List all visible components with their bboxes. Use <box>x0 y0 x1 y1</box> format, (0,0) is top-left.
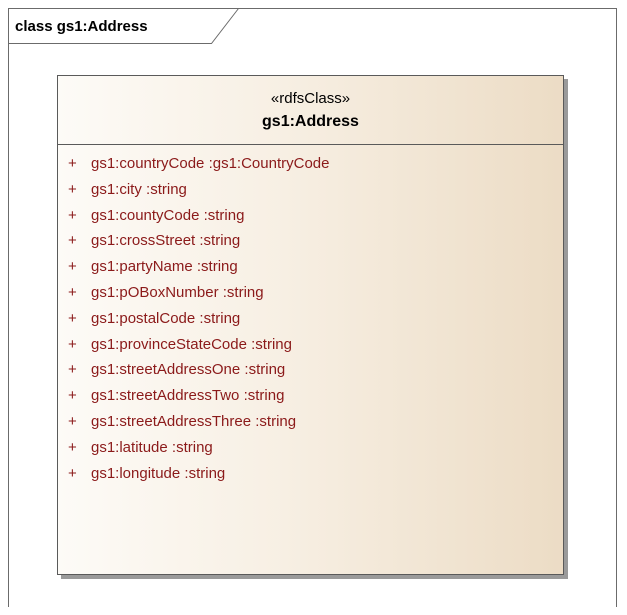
attribute-signature: gs1:streetAddressOne :string <box>91 361 285 378</box>
attribute-signature: gs1:provinceStateCode :string <box>91 336 292 353</box>
visibility-marker: + <box>68 335 77 353</box>
attribute-row[interactable]: + gs1:countyCode :string <box>58 207 563 233</box>
visibility-marker: + <box>68 206 77 224</box>
attribute-type: :string <box>196 258 238 276</box>
visibility-marker: + <box>68 155 77 172</box>
attribute-row[interactable]: + gs1:partyName :string <box>58 258 563 284</box>
attribute-row[interactable]: + gs1:streetAddressThree :string <box>58 413 563 439</box>
attribute-row[interactable]: + gs1:city :string <box>58 181 563 207</box>
attribute-name: gs1:longitude <box>91 464 181 482</box>
attribute-signature: gs1:postalCode :string <box>91 310 240 327</box>
attribute-type: :string <box>184 464 226 482</box>
attribute-name: gs1:city <box>91 180 142 198</box>
attribute-row[interactable]: + gs1:crossStreet :string <box>58 232 563 258</box>
attribute-row[interactable]: + gs1:provinceStateCode :string <box>58 336 563 362</box>
attribute-name: gs1:streetAddressThree <box>91 412 252 430</box>
attribute-signature: gs1:streetAddressTwo :string <box>91 387 284 404</box>
visibility-marker: + <box>68 387 77 405</box>
attribute-name: gs1:countryCode <box>91 155 205 172</box>
attribute-row[interactable]: + gs1:postalCode :string <box>58 310 563 336</box>
attribute-signature: gs1:pOBoxNumber :string <box>91 284 264 301</box>
attribute-signature: gs1:crossStreet :string <box>91 232 240 249</box>
attribute-signature: gs1:streetAddressThree :string <box>91 413 296 430</box>
attribute-type: :string <box>199 309 241 327</box>
attribute-type: :string <box>199 232 241 250</box>
class-stereotype: «rdfsClass» <box>270 90 351 107</box>
attribute-name: gs1:crossStreet <box>91 232 196 250</box>
class-header: «rdfsClass» gs1:Address <box>58 76 563 145</box>
attribute-name: gs1:latitude <box>91 438 168 456</box>
attribute-name: gs1:countyCode <box>91 206 200 224</box>
attribute-name: gs1:partyName <box>91 258 193 276</box>
attribute-type: :string <box>222 283 264 301</box>
attribute-name: gs1:streetAddressTwo <box>91 387 240 405</box>
attribute-signature: gs1:latitude :string <box>91 439 213 456</box>
attribute-signature: gs1:partyName :string <box>91 258 238 275</box>
attribute-type: :gs1:CountryCode <box>208 155 330 172</box>
visibility-marker: + <box>68 438 77 456</box>
attribute-type: :string <box>251 335 292 353</box>
attribute-type: :string <box>255 412 297 430</box>
attribute-row[interactable]: + gs1:longitude :string <box>58 465 563 491</box>
attribute-row[interactable]: + gs1:streetAddressOne :string <box>58 361 563 387</box>
attribute-signature: gs1:city :string <box>91 181 187 198</box>
frame-tab: class gs1:Address <box>8 8 240 44</box>
attribute-row[interactable]: + gs1:streetAddressTwo :string <box>58 387 563 413</box>
visibility-marker: + <box>68 309 77 327</box>
attribute-type: :string <box>243 387 285 405</box>
attribute-row[interactable]: + gs1:pOBoxNumber :string <box>58 284 563 310</box>
attribute-name: gs1:streetAddressOne <box>91 361 241 379</box>
visibility-marker: + <box>68 258 77 276</box>
attribute-name: gs1:provinceStateCode <box>91 335 247 353</box>
visibility-marker: + <box>68 361 77 379</box>
class-element[interactable]: «rdfsClass» gs1:Address + gs1:countryCode… <box>57 75 564 575</box>
attribute-signature: gs1:longitude :string <box>91 465 225 482</box>
visibility-marker: + <box>68 283 77 301</box>
attribute-signature: gs1:countryCode :gs1:CountryCode <box>91 155 329 172</box>
visibility-marker: + <box>68 232 77 250</box>
attribute-type: :string <box>244 361 286 379</box>
attribute-name: gs1:postalCode <box>91 309 196 327</box>
attribute-type: :string <box>203 206 245 224</box>
attribute-row[interactable]: + gs1:latitude :string <box>58 439 563 465</box>
visibility-marker: + <box>68 464 77 482</box>
attribute-list: + gs1:countryCode :gs1:CountryCode + gs1:c… <box>58 155 563 490</box>
attribute-signature: gs1:countyCode :string <box>91 207 244 224</box>
attribute-name: gs1:pOBoxNumber <box>91 283 219 301</box>
attribute-type: :string <box>171 438 213 456</box>
frame-title: class gs1:Address <box>15 18 148 35</box>
attribute-row[interactable]: + gs1:countryCode :gs1:CountryCode <box>58 155 563 181</box>
class-name: gs1:Address <box>262 113 359 130</box>
attribute-type: :string <box>146 180 187 198</box>
visibility-marker: + <box>68 412 77 430</box>
visibility-marker: + <box>68 180 77 198</box>
